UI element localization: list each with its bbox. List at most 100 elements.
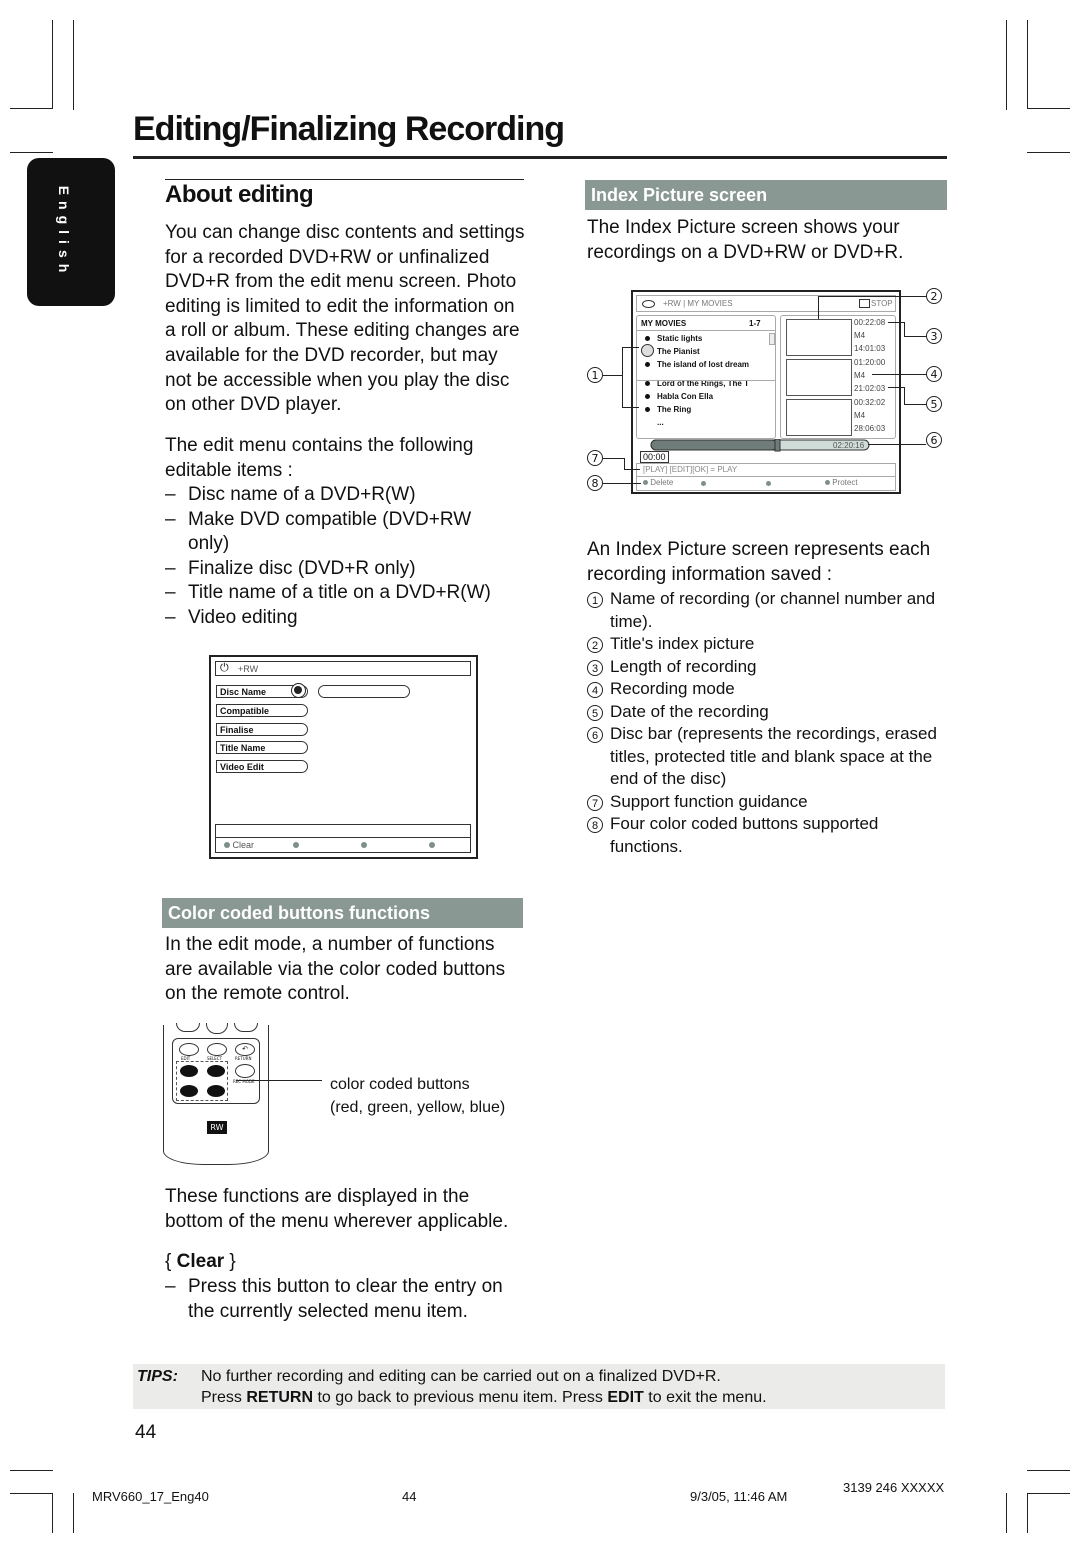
- callout-line: [888, 387, 904, 388]
- legend-number: 5: [587, 704, 603, 721]
- editable-items-list: Disc name of a DVD+R(W) Make DVD compati…: [165, 483, 505, 631]
- index-button-bar: Delete Protect: [636, 477, 896, 491]
- footer-page: 44: [402, 1489, 417, 1504]
- legend-item: 3 Length of recording: [587, 656, 949, 679]
- crop-mark: [1006, 1493, 1007, 1533]
- disc-icon: [642, 300, 655, 308]
- callout-line: [622, 407, 639, 408]
- remote-control: ↶ EDIT SELECT RETURN REC MODE RW: [163, 1023, 269, 1165]
- index-header-label: +RW | MY MOVIES: [663, 299, 733, 308]
- color-dot-icon: [293, 842, 299, 848]
- title-thumbnail[interactable]: [786, 319, 852, 356]
- legend-number: 4: [587, 682, 603, 698]
- thumb-mode: M4: [854, 411, 866, 420]
- stop-icon: [859, 299, 870, 308]
- thumb-date: 21:02:03: [854, 384, 886, 393]
- crop-mark: [10, 108, 53, 109]
- page-number: 44: [135, 1422, 157, 1443]
- legend-item: 7 Support function guidance: [587, 791, 949, 814]
- menu-item-finalise[interactable]: Finalise: [216, 723, 308, 736]
- thumb-length: 00:32:02: [854, 398, 886, 407]
- menu-item-compatible[interactable]: Compatible: [216, 704, 308, 717]
- green-button[interactable]: [207, 1065, 225, 1077]
- list-item: Video editing: [165, 606, 505, 631]
- legend-number: 6: [587, 727, 603, 743]
- yellow-button[interactable]: [180, 1085, 198, 1097]
- callout-line: [624, 458, 625, 469]
- legend-number: 7: [587, 794, 603, 811]
- color-dot-icon: [701, 481, 706, 486]
- disc-bar-marker: [774, 439, 781, 452]
- index-legend: 1 Name of recording (or channel number an…: [587, 588, 949, 858]
- red-button[interactable]: [180, 1065, 198, 1077]
- rw-logo-icon: RW: [207, 1121, 227, 1134]
- callout-line: [603, 458, 625, 459]
- disc-name-field[interactable]: [318, 685, 410, 698]
- crop-mark: [73, 1493, 74, 1533]
- crop-mark: [1006, 20, 1007, 110]
- legend-item: 1 Name of recording (or channel number an…: [587, 588, 949, 633]
- return-button[interactable]: ↶: [235, 1043, 255, 1056]
- crop-mark: [1027, 20, 1028, 108]
- crop-mark: [1027, 1470, 1070, 1471]
- select-button[interactable]: [207, 1043, 227, 1056]
- callout-line: [888, 322, 904, 323]
- list-item: Title name of a title on a DVD+R(W): [165, 581, 505, 606]
- callout-line: [624, 469, 640, 470]
- legend-number: 3: [587, 659, 603, 676]
- color-button-clear[interactable]: Clear: [224, 838, 254, 852]
- title-thumbnail[interactable]: [786, 399, 852, 436]
- blue-button[interactable]: [207, 1085, 225, 1097]
- edit-menu-guidance-bar: [215, 824, 471, 838]
- select-cursor-icon: [641, 344, 654, 357]
- power-icon: ⏻: [220, 662, 229, 674]
- thumbs-panel: 00:22:08 M4 14:01:03 01:20:00 M4 21:02:03 00:3…: [780, 315, 896, 439]
- callout-line: [818, 296, 819, 319]
- crop-mark: [73, 20, 74, 110]
- footer-file: MRV660_17_Eng40: [92, 1489, 209, 1504]
- callout-line: [818, 296, 926, 297]
- color-buttons-group: [176, 1061, 228, 1101]
- color-dot-icon: [766, 481, 771, 486]
- color-button-protect[interactable]: Protect: [825, 477, 858, 489]
- list-item: Press this button to clear the entry on …: [165, 1275, 525, 1324]
- callout-line: [872, 374, 926, 375]
- edit-menu-screen: ⏻ +RW Disc Name Compatible Finalise Titl…: [209, 655, 478, 859]
- thumb-date: 14:01:03: [854, 344, 886, 353]
- legend-number: 2: [587, 637, 603, 653]
- callout-line: [622, 347, 639, 348]
- callout-line: [904, 336, 926, 337]
- list-item: Make DVD compatible (DVD+RW only): [165, 508, 505, 557]
- legend-item: 6 Disc bar (represents the recordings, er…: [587, 723, 949, 791]
- edit-button[interactable]: [179, 1043, 199, 1056]
- legend-item: 2 Title's index picture: [587, 633, 949, 656]
- disc-bar-fill: [650, 439, 778, 451]
- title-rule: [133, 156, 947, 159]
- callout-line: [904, 404, 926, 405]
- bullet-icon: [645, 336, 650, 341]
- disc-type-label: +RW: [238, 664, 259, 674]
- callout-7: 7: [587, 450, 603, 466]
- callout-line: [868, 444, 926, 445]
- list-scrollbar[interactable]: [769, 333, 775, 345]
- title-thumbnail[interactable]: [786, 359, 852, 396]
- thumb-date: 28:06:03: [854, 424, 886, 433]
- index-picture-intro: The Index Picture screen shows your reco…: [587, 217, 904, 263]
- index-header: +RW | MY MOVIES STOP: [636, 295, 896, 312]
- legend-number: 1: [587, 592, 603, 608]
- bullet-icon: [645, 394, 650, 399]
- legend-item: 8 Four color coded buttons supported func…: [587, 813, 949, 858]
- color-button-delete[interactable]: Delete: [643, 477, 673, 489]
- stop-label: STOP: [871, 299, 893, 308]
- menu-item-video-edit[interactable]: Video Edit: [216, 760, 308, 773]
- callout-line: [603, 375, 622, 376]
- callout-line: [236, 1080, 322, 1081]
- menu-item-title-name[interactable]: Title Name: [216, 741, 308, 754]
- edit-menu-header: ⏻ +RW: [215, 661, 471, 676]
- title-list-panel: MY MOVIES 1-7 Static lights The Pianist Th…: [636, 315, 776, 439]
- thumb-length: 01:20:00: [854, 358, 886, 367]
- list-item: Finalize disc (DVD+R only): [165, 557, 505, 582]
- rec-mode-button[interactable]: [235, 1064, 255, 1078]
- thumb-mode: M4: [854, 371, 866, 380]
- legend-item: 5 Date of the recording: [587, 701, 949, 724]
